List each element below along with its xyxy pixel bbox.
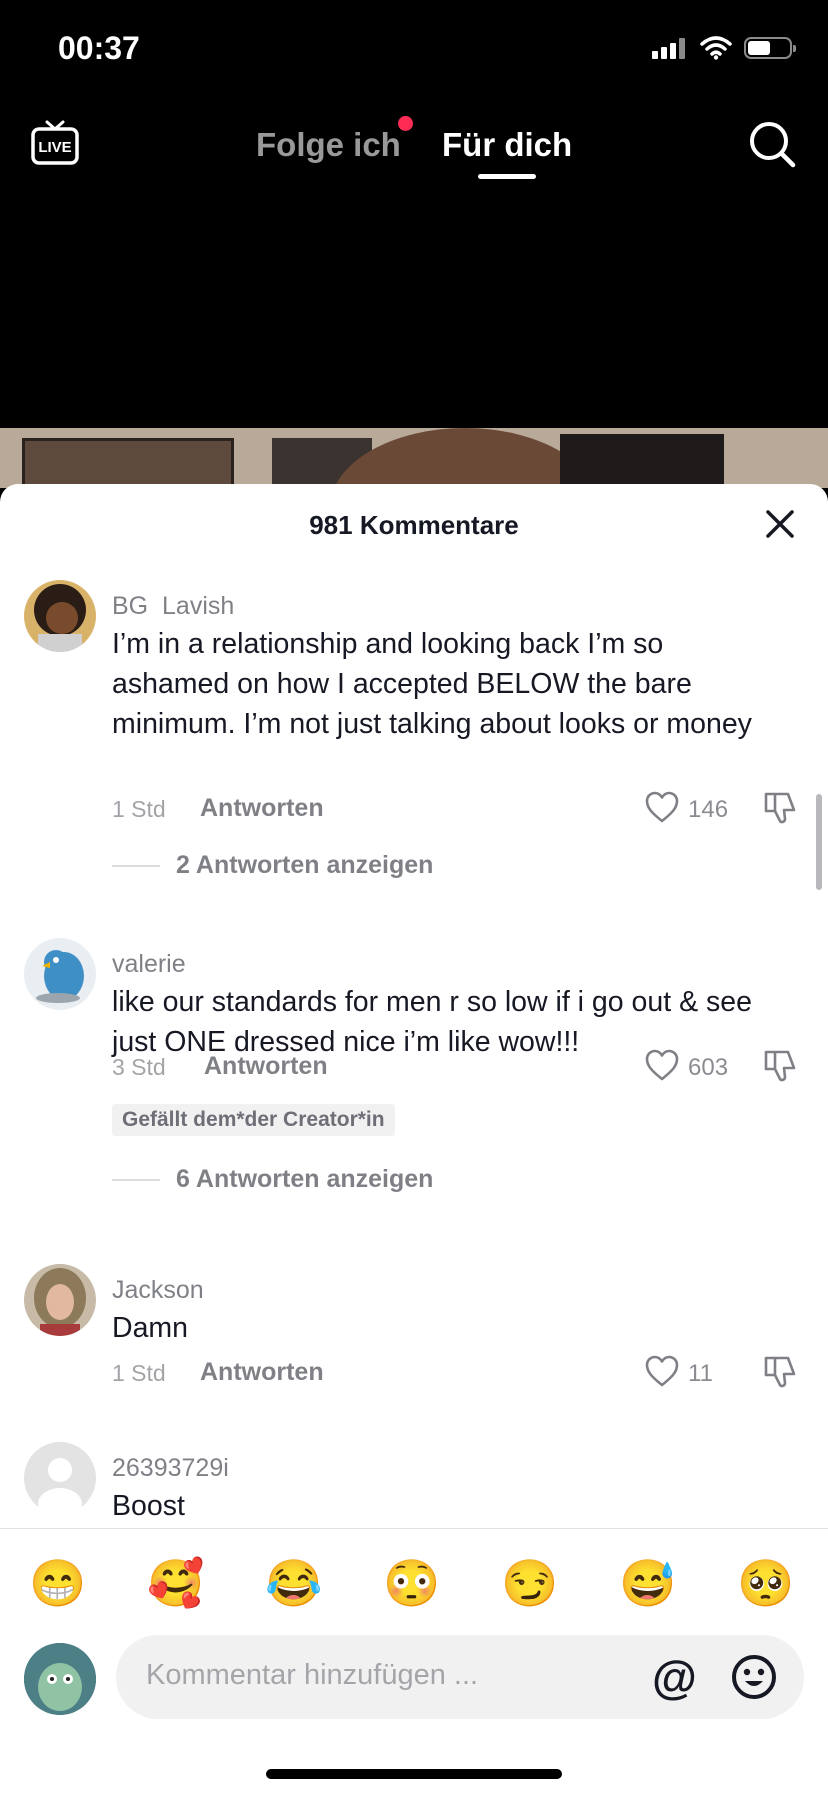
dislike-icon[interactable] [762, 790, 798, 826]
search-icon[interactable] [748, 120, 796, 168]
comment-username[interactable]: 26393729i [112, 1454, 229, 1483]
heart-icon[interactable] [644, 1354, 680, 1388]
quick-emoji[interactable]: 🥺 [736, 1555, 796, 1611]
comment-time: 1 Std [112, 1360, 166, 1386]
live-icon[interactable]: LIVE [30, 118, 80, 168]
battery-icon [744, 37, 796, 59]
avatar[interactable] [24, 1442, 96, 1514]
quick-emoji[interactable]: 😂 [264, 1555, 324, 1611]
my-avatar [24, 1643, 96, 1715]
signal-icon [652, 37, 688, 59]
replies-divider [112, 865, 160, 867]
comment-username[interactable]: valerie [112, 950, 186, 979]
like-count: 146 [688, 796, 729, 823]
avatar[interactable] [24, 938, 96, 1010]
svg-text:LIVE: LIVE [38, 139, 71, 156]
video-header-area: 00:37 LIVE Folge ich Für dich [0, 0, 828, 428]
video-preview [0, 428, 828, 488]
active-tab-indicator [478, 174, 536, 179]
heart-icon[interactable] [644, 1048, 680, 1082]
reply-button[interactable]: Antworten [204, 1052, 328, 1081]
heart-icon[interactable] [644, 790, 680, 824]
comment-time: 3 Std [112, 1054, 166, 1080]
comments-count-title: 981 Kommentare [309, 510, 519, 540]
comment-input-placeholder: Kommentar hinzufügen ... [146, 1659, 479, 1691]
wifi-icon [700, 36, 732, 60]
mention-icon[interactable]: @ [652, 1651, 697, 1703]
emoji-picker-icon[interactable] [730, 1653, 778, 1701]
comment-username[interactable]: Jackson [112, 1276, 204, 1305]
view-replies-button[interactable]: 2 Antworten anzeigen [176, 851, 433, 880]
quick-emoji[interactable]: 😁 [28, 1555, 88, 1611]
home-indicator [266, 1769, 562, 1779]
comment-composer: 😁 🥰 😂 😳 😏 😅 🥺 Kommentar hinzufügen ... @ [0, 1528, 828, 1793]
quick-emoji[interactable]: 🥰 [146, 1555, 206, 1611]
avatar[interactable] [24, 1264, 96, 1336]
view-replies-button[interactable]: 6 Antworten anzeigen [176, 1165, 433, 1194]
status-time: 00:37 [58, 30, 140, 66]
reply-button[interactable]: Antworten [200, 1358, 324, 1387]
comment-text: Boost [112, 1490, 185, 1522]
dislike-icon[interactable] [762, 1048, 798, 1084]
like-count: 11 [688, 1360, 713, 1387]
tab-following[interactable]: Folge ich [256, 126, 401, 164]
comment-input[interactable]: Kommentar hinzufügen ... @ [116, 1635, 804, 1719]
like-count: 603 [688, 1054, 729, 1081]
creator-liked-badge: Gefällt dem*der Creator*in [112, 1104, 395, 1136]
avatar[interactable] [24, 580, 96, 652]
dislike-icon[interactable] [762, 1354, 798, 1390]
comment-text: I’m in a relationship and looking back I… [112, 628, 752, 740]
comment-text: Damn [112, 1312, 189, 1344]
replies-divider [112, 1179, 160, 1181]
tab-for-you[interactable]: Für dich [442, 126, 572, 164]
close-icon[interactable] [764, 508, 796, 540]
quick-emoji[interactable]: 😅 [618, 1555, 678, 1611]
comment-time: 1 Std [112, 796, 166, 822]
scrollbar[interactable] [816, 794, 822, 890]
status-icons [652, 36, 796, 60]
reply-button[interactable]: Antworten [200, 794, 324, 823]
notification-dot [398, 116, 413, 131]
comment-username[interactable]: BG Lavish [112, 592, 234, 621]
quick-emoji[interactable]: 😏 [500, 1555, 560, 1611]
quick-emoji[interactable]: 😳 [382, 1555, 442, 1611]
